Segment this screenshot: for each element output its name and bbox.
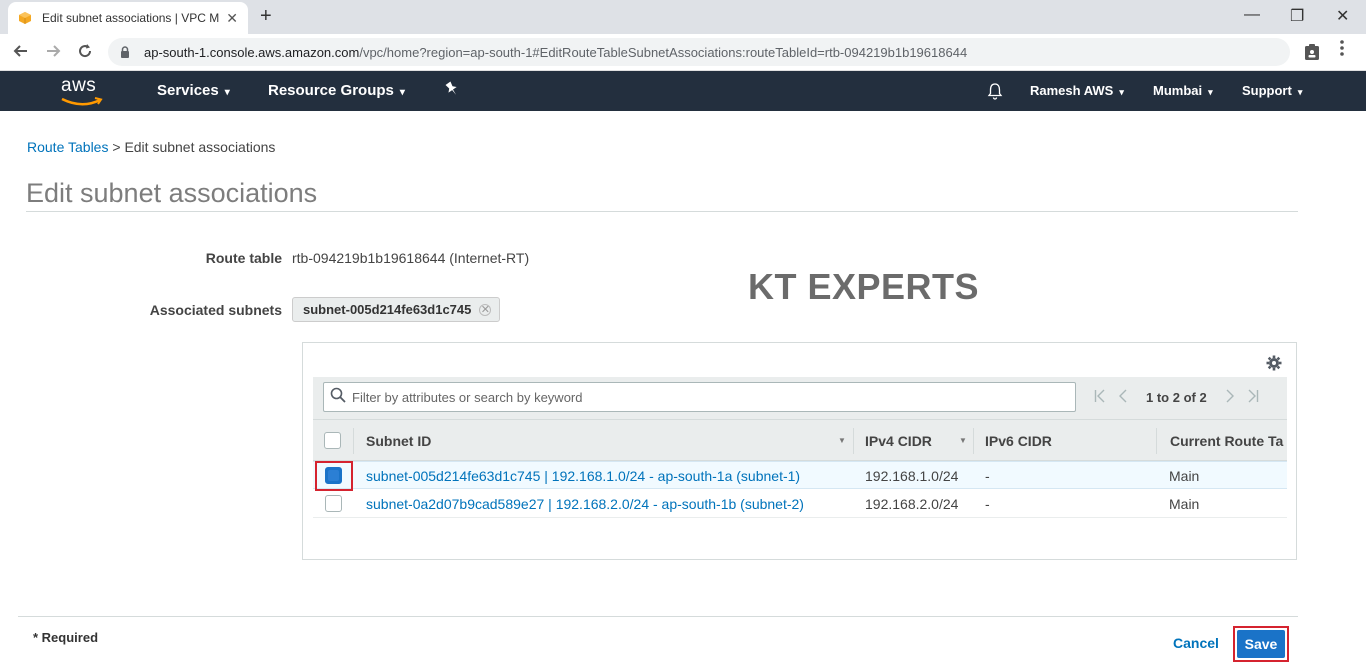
save-highlight-box: Save: [1233, 626, 1289, 662]
search-icon: [330, 387, 346, 408]
token-remove-icon[interactable]: ✕: [479, 303, 492, 316]
ipv6-cidr-cell: -: [985, 496, 990, 512]
route-table-cell: Main: [1169, 496, 1200, 512]
bell-icon[interactable]: [987, 82, 1003, 103]
aws-top-nav: aws Services ▾ Resource Groups ▾ Ramesh AW…: [0, 71, 1366, 111]
column-header-ipv4-cidr[interactable]: IPv4 CIDR: [865, 433, 932, 449]
breadcrumb-route-tables-link[interactable]: Route Tables: [27, 139, 108, 155]
route-table-cell: Main: [1169, 468, 1200, 484]
next-page-icon[interactable]: [1225, 389, 1235, 406]
reload-icon[interactable]: [76, 42, 94, 64]
tab-title: Edit subnet associations | VPC M: [42, 11, 220, 25]
route-table-value: rtb-094219b1b19618644 (Internet-RT): [292, 250, 530, 266]
token-label: subnet-005d214fe63d1c745: [303, 302, 472, 317]
table-header: Subnet ID ▼ IPv4 CIDR ▼ IPv6 CIDR Curren…: [313, 419, 1287, 461]
cancel-button[interactable]: Cancel: [1173, 635, 1219, 651]
address-bar[interactable]: ap-south-1.console.aws.amazon.com/vpc/ho…: [108, 38, 1290, 66]
minimize-button[interactable]: —: [1244, 6, 1260, 24]
browser-menu-icon[interactable]: [1340, 40, 1344, 61]
new-tab-button[interactable]: +: [260, 6, 272, 26]
breadcrumb-current: Edit subnet associations: [124, 139, 276, 155]
associated-subnet-token: subnet-005d214fe63d1c745 ✕: [292, 297, 501, 322]
window-close-button[interactable]: ✕: [1336, 6, 1349, 26]
table-row[interactable]: subnet-0a2d07b9cad589e27 | 192.168.2.0/2…: [313, 490, 1287, 518]
lock-icon: [120, 45, 134, 59]
required-note: * Required: [33, 630, 99, 645]
column-header-ipv6-cidr[interactable]: IPv6 CIDR: [985, 433, 1052, 449]
search-input[interactable]: [352, 389, 1075, 405]
associated-subnets-label: Associated subnets: [149, 302, 282, 318]
gear-icon[interactable]: [1266, 355, 1282, 376]
ipv4-cidr-cell: 192.168.2.0/24: [865, 496, 959, 512]
browser-tab[interactable]: Edit subnet associations | VPC M ✕: [8, 2, 248, 34]
row-checkbox[interactable]: [325, 495, 342, 512]
url-text: ap-south-1.console.aws.amazon.com/vpc/ho…: [144, 44, 968, 60]
region-menu[interactable]: Mumbai ▾: [1153, 83, 1213, 98]
aws-cube-icon: [18, 11, 32, 25]
subnet-id-link[interactable]: subnet-0a2d07b9cad589e27 | 192.168.2.0/2…: [366, 496, 804, 512]
restore-button[interactable]: ❐: [1290, 6, 1304, 26]
resource-groups-menu[interactable]: Resource Groups ▾: [268, 82, 405, 99]
pagination-text: 1 to 2 of 2: [1146, 390, 1207, 405]
browser-toolbar: ap-south-1.console.aws.amazon.com/vpc/ho…: [0, 34, 1366, 71]
subnets-table-panel: 1 to 2 of 2 Subnet ID ▼ IPv4 CIDR ▼ IPv6…: [302, 342, 1297, 560]
sort-caret-icon[interactable]: ▼: [838, 436, 846, 445]
clipboard-extension-icon[interactable]: [1304, 43, 1320, 66]
ipv4-cidr-cell: 192.168.1.0/24: [865, 468, 959, 484]
services-menu[interactable]: Services ▾: [157, 82, 230, 99]
browser-tab-bar: Edit subnet associations | VPC M ✕ + — ❐…: [0, 0, 1366, 34]
filter-bar: 1 to 2 of 2: [313, 377, 1287, 419]
sort-caret-icon[interactable]: ▼: [959, 436, 967, 445]
save-button[interactable]: Save: [1237, 630, 1285, 658]
last-page-icon[interactable]: [1247, 389, 1259, 406]
table-row[interactable]: subnet-005d214fe63d1c745 | 192.168.1.0/2…: [313, 461, 1287, 489]
page-title: Edit subnet associations: [26, 178, 318, 208]
select-all-checkbox[interactable]: [324, 432, 341, 449]
column-header-subnet-id[interactable]: Subnet ID: [366, 433, 431, 449]
breadcrumb: Route Tables > Edit subnet associations: [27, 139, 275, 155]
breadcrumb-separator: >: [112, 139, 121, 155]
support-menu[interactable]: Support ▾: [1242, 83, 1302, 98]
aws-logo[interactable]: aws: [60, 75, 104, 107]
checkbox-highlight-box: [315, 461, 353, 491]
pin-icon[interactable]: [445, 81, 459, 101]
forward-arrow-icon[interactable]: [44, 42, 62, 64]
subnet-id-link[interactable]: subnet-005d214fe63d1c745 | 192.168.1.0/2…: [366, 468, 800, 484]
prev-page-icon[interactable]: [1118, 389, 1128, 406]
column-divider: [353, 428, 354, 454]
search-field[interactable]: [323, 382, 1076, 412]
account-menu[interactable]: Ramesh AWS ▾: [1030, 83, 1124, 98]
route-table-label: Route table: [205, 250, 282, 266]
watermark-text: KT EXPERTS: [748, 266, 980, 307]
column-header-current-route-table[interactable]: Current Route Ta: [1170, 433, 1286, 449]
first-page-icon[interactable]: [1094, 389, 1106, 406]
back-arrow-icon[interactable]: [12, 42, 30, 64]
column-divider: [973, 428, 974, 454]
tab-close-icon[interactable]: ✕: [226, 10, 238, 27]
footer-divider: [18, 616, 1298, 617]
title-divider: [26, 211, 1298, 212]
column-divider: [1156, 428, 1157, 454]
column-divider: [853, 428, 854, 454]
pagination: 1 to 2 of 2: [1088, 389, 1265, 406]
ipv6-cidr-cell: -: [985, 468, 990, 484]
